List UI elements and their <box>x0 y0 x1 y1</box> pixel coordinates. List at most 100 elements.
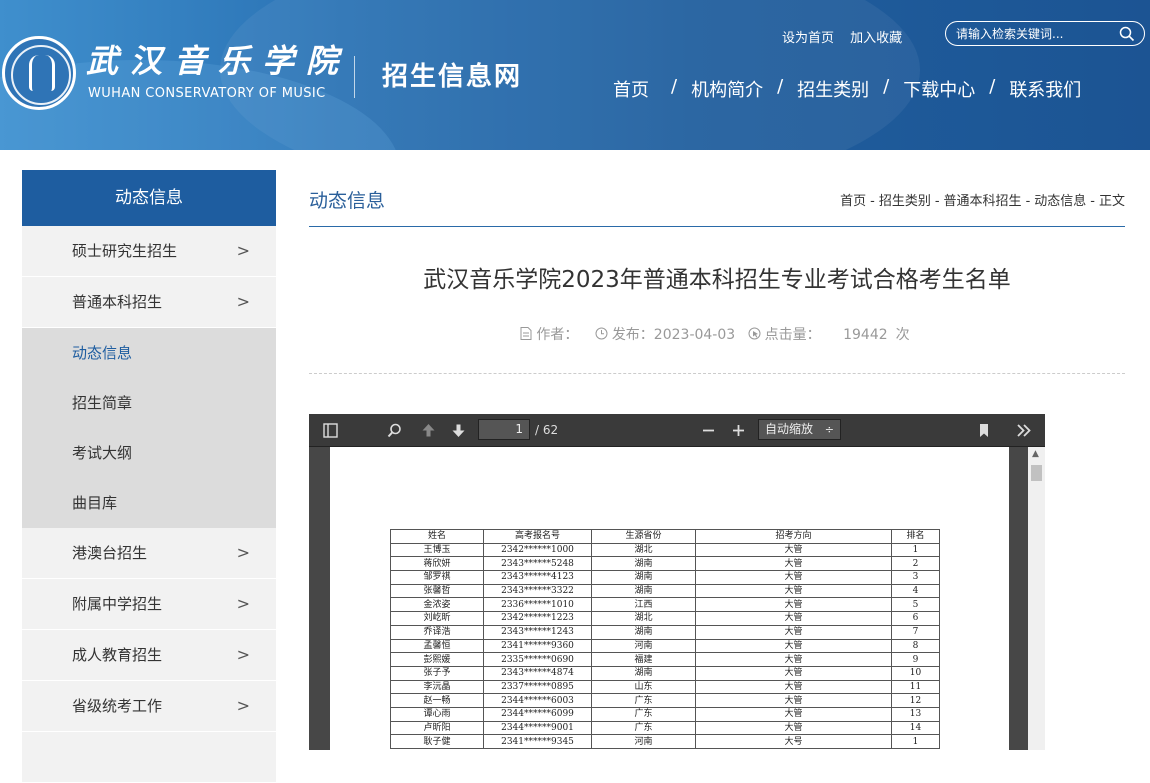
cursor-click-icon <box>748 327 761 340</box>
cell-name: 蒋欣妍 <box>390 556 484 572</box>
cell-major: 大管 <box>695 570 892 585</box>
cell-exam-number: 2343******5248 <box>483 556 592 572</box>
zoom-select-value: 自动缩放 <box>765 422 814 436</box>
sidebar-title: 动态信息 <box>22 170 276 226</box>
table-row: 乔译浩 2343******1243 湖南 大管 7 <box>390 624 940 640</box>
scrollbar[interactable]: ▲ <box>1028 447 1045 750</box>
cell-rank: 1 <box>891 734 940 749</box>
breadcrumb-admission-types[interactable]: 招生类别 <box>879 194 931 209</box>
click-count-value: 19442 <box>843 327 888 343</box>
nav-home[interactable]: 首页 <box>613 76 649 102</box>
table-body: 王博玉 2342******1000 湖北 大管 1 蒋欣妍 2343******5248 湖… <box>390 542 940 749</box>
cell-province: 湖北 <box>591 611 696 626</box>
sidebar-item-affiliated-school[interactable]: 附属中学招生 > <box>22 579 276 630</box>
nav-downloads[interactable]: 下载中心 <box>903 76 975 102</box>
scroll-up-arrow-icon[interactable]: ▲ <box>1032 449 1039 459</box>
breadcrumb-undergraduate[interactable]: 普通本科招生 <box>944 194 1022 209</box>
column-header-name: 姓名 <box>390 529 484 544</box>
search-input[interactable] <box>956 24 1116 43</box>
cell-province: 湖南 <box>591 556 696 572</box>
nav-separator: / <box>883 76 890 97</box>
cell-exam-number: 2343******4123 <box>483 570 592 585</box>
cell-rank: 13 <box>891 706 940 722</box>
sidebar-item-more[interactable] <box>22 732 276 783</box>
cell-major: 大管 <box>695 583 892 599</box>
sidebar-toggle-icon[interactable] <box>323 423 338 438</box>
cell-province: 广东 <box>591 720 696 736</box>
cell-province: 广东 <box>591 693 696 708</box>
zoom-in-icon[interactable] <box>732 424 745 437</box>
cell-rank: 9 <box>891 652 940 667</box>
next-page-icon[interactable] <box>451 423 466 438</box>
sidebar-subitem-brochure[interactable]: 招生简章 <box>22 378 276 428</box>
sidebar-item-graduate[interactable]: 硕士研究生招生 > <box>22 226 276 277</box>
find-icon[interactable] <box>387 423 402 438</box>
page-total: / 62 <box>535 423 559 437</box>
nav-admission-types[interactable]: 招生类别 <box>797 76 869 102</box>
sidebar-item-label: 普通本科招生 <box>72 293 163 311</box>
cell-rank: 12 <box>891 693 940 708</box>
content-divider <box>309 373 1125 374</box>
publish-date: 发布：2023-04-03 <box>611 327 736 343</box>
sidebar-subitem-news[interactable]: 动态信息 <box>22 328 276 378</box>
sidebar-subitem-syllabus[interactable]: 考试大纲 <box>22 428 276 478</box>
pdf-toolbar: 1 / 62 自动缩放 ÷ <box>309 414 1045 447</box>
sidebar-item-undergraduate[interactable]: 普通本科招生 > <box>22 277 276 328</box>
table-row: 孟馨恒 2341******9360 河南 大管 8 <box>390 638 940 654</box>
nav-contact[interactable]: 联系我们 <box>1009 76 1081 102</box>
sidebar-item-adult-education[interactable]: 成人教育招生 > <box>22 630 276 681</box>
cell-major: 大管 <box>695 597 892 613</box>
breadcrumb: 首页 - 招生类别 - 普通本科招生 - 动态信息 - 正文 <box>840 190 1125 209</box>
bookmark-icon[interactable] <box>978 423 990 438</box>
category-title: 动态信息 <box>309 190 386 212</box>
set-homepage-link[interactable]: 设为首页 <box>782 31 834 46</box>
breadcrumb-home[interactable]: 首页 <box>840 194 866 209</box>
column-header-province: 生源省份 <box>591 529 696 544</box>
cell-major: 大管 <box>695 720 892 736</box>
nav-about[interactable]: 机构简介 <box>691 76 763 102</box>
cell-name: 刘屹昕 <box>390 611 484 626</box>
page-number-input[interactable]: 1 <box>478 419 530 440</box>
cell-major: 大管 <box>695 652 892 667</box>
cell-exam-number: 2344******6099 <box>483 706 592 722</box>
sidebar-item-provincial-exam[interactable]: 省级统考工作 > <box>22 681 276 732</box>
previous-page-icon[interactable] <box>421 423 436 438</box>
cell-exam-number: 2341******9345 <box>483 734 592 749</box>
nav-separator: / <box>989 76 996 97</box>
cell-exam-number: 2336******1010 <box>483 597 592 613</box>
school-seal-logo[interactable] <box>2 36 76 110</box>
table-row: 彭熙媛 2335******0690 福建 大管 9 <box>390 652 940 667</box>
sidebar-subitem-repertoire[interactable]: 曲目库 <box>22 478 276 528</box>
cell-province: 湖南 <box>591 583 696 599</box>
search-icon[interactable] <box>1119 26 1135 42</box>
cell-exam-number: 2344******6003 <box>483 693 592 708</box>
cell-exam-number: 2342******1223 <box>483 611 592 626</box>
chevron-right-icon: > <box>236 292 250 311</box>
site-header: 武汉音乐学院 WUHAN CONSERVATORY OF MUSIC 招生信息网… <box>0 0 1150 150</box>
table-row: 李沅晶 2337******0895 山东 大管 11 <box>390 679 940 695</box>
table-row: 耿子健 2341******9345 河南 大号 1 <box>390 734 940 749</box>
cell-rank: 11 <box>891 679 940 695</box>
cell-exam-number: 2343******4874 <box>483 665 592 681</box>
cell-rank: 8 <box>891 638 940 654</box>
cell-major: 大管 <box>695 693 892 708</box>
cell-province: 湖北 <box>591 542 696 558</box>
tools-menu-icon[interactable] <box>1016 423 1032 438</box>
scrollbar-thumb[interactable] <box>1031 465 1042 481</box>
zoom-out-icon[interactable] <box>702 424 715 437</box>
add-favorite-link[interactable]: 加入收藏 <box>850 31 902 46</box>
cell-major: 大管 <box>695 624 892 640</box>
pdf-page: 姓名 高考报名号 生源省份 招考方向 排名 王博玉 2342******1000 湖… <box>330 447 1009 750</box>
sidebar-submenu: 动态信息 招生简章 考试大纲 曲目库 <box>22 328 276 528</box>
sidebar-item-hk-macau-taiwan[interactable]: 港澳台招生 > <box>22 528 276 579</box>
candidate-table: 姓名 高考报名号 生源省份 招考方向 排名 王博玉 2342******1000 湖… <box>390 529 940 749</box>
cell-province: 广东 <box>591 706 696 722</box>
breadcrumb-news[interactable]: 动态信息 <box>1034 194 1086 209</box>
search-box <box>945 21 1145 46</box>
cell-major: 大管 <box>695 542 892 558</box>
zoom-select[interactable]: 自动缩放 ÷ <box>758 419 841 440</box>
cell-province: 湖南 <box>591 570 696 585</box>
cell-province: 河南 <box>591 734 696 749</box>
cell-major: 大管 <box>695 611 892 626</box>
cell-name: 王博玉 <box>390 542 484 558</box>
